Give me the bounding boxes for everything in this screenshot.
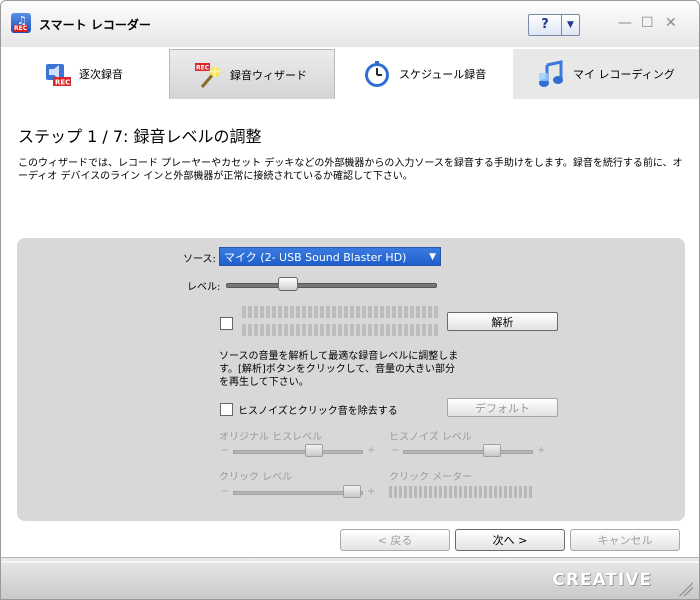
source-label: ソース: [183,254,216,265]
plus-icon: + [367,445,376,456]
minus-icon: − [391,445,400,456]
resize-grip-icon[interactable] [679,582,693,596]
click-level-slider[interactable]: − + [221,485,377,499]
level-slider-track [226,283,437,288]
analyze-description: ソースの音量を解析して最適な録音レベルに調整します。[解析]ボタンをクリックして… [219,351,459,388]
window-title: スマート レコーダー [39,18,151,32]
analyze-checkbox[interactable] [220,317,233,330]
footer-bar: CREATIVE [1,557,699,599]
level-label: レベル: [187,282,221,293]
noise-reduction-label: ヒスノイズとクリック音を除去する [238,406,398,417]
tab-sequential-record[interactable]: REC 逐次録音 [43,49,123,99]
tab-label: 逐次録音 [79,68,123,81]
tab-label: マイ レコーディング [573,68,675,81]
click-meter [389,486,534,498]
tab-schedule-record[interactable]: スケジュール録音 [363,49,486,99]
minus-icon: − [221,445,230,456]
source-select[interactable]: マイク (2- USB Sound Blaster HD) ▼ [219,247,441,266]
help-dropdown-icon[interactable]: ▼ [562,15,579,35]
wizard-content: ステップ 1 / 7: 録音レベルの調整 このウィザードでは、レコード プレーヤ… [1,101,699,556]
creative-logo: CREATIVE [552,570,652,590]
click-level-label: クリック レベル [219,472,293,483]
tab-label: 録音ウィザード [230,68,307,82]
tab-my-recordings[interactable]: マイ レコーディング [513,49,699,99]
plus-icon: + [367,486,376,497]
tab-bar: REC 逐次録音 REC 録音ウィザード スケジュール録音 マイ レコーディング [1,47,699,102]
maximize-icon[interactable]: ☐ [641,16,654,30]
help-icon[interactable]: ? [529,15,562,35]
app-icon: ♫ REC [11,13,31,33]
level-meter-right [242,324,440,336]
chevron-down-icon: ▼ [429,252,436,262]
slider-thumb[interactable] [343,485,361,498]
help-button[interactable]: ? ▼ [528,14,580,36]
slider-thumb[interactable] [483,444,501,457]
clock-icon [363,59,393,89]
slider-thumb[interactable] [305,444,323,457]
default-button[interactable]: デフォルト [447,398,558,417]
hiss-noise-label: ヒスノイズ レベル [389,432,472,443]
cancel-button[interactable]: キャンセル [570,529,680,551]
original-hiss-slider[interactable]: − + [221,444,377,458]
back-button[interactable]: < 戻る [340,529,450,551]
level-slider-thumb[interactable] [278,277,299,291]
minus-icon: − [221,486,230,497]
minimize-icon[interactable]: — [618,16,632,30]
click-meter-label: クリック メーター [389,472,473,483]
tab-recording-wizard[interactable]: REC 録音ウィザード [169,49,335,99]
title-bar: ♫ REC スマート レコーダー ? ▼ — ☐ ✕ [1,1,699,47]
level-meter-left [242,306,440,318]
original-hiss-label: オリジナル ヒスレベル [219,432,323,443]
close-icon[interactable]: ✕ [665,16,677,30]
rec-speaker-icon: REC [43,59,73,89]
tab-label: スケジュール録音 [399,68,487,81]
wand-icon: REC [194,60,224,90]
hiss-noise-slider[interactable]: − + [391,444,547,458]
analyze-button[interactable]: 解析 [447,312,558,331]
app-window: ♫ REC スマート レコーダー ? ▼ — ☐ ✕ REC 逐次録音 REC 録… [0,0,700,600]
svg-text:REC: REC [196,64,210,71]
page-title: ステップ 1 / 7: 録音レベルの調整 [18,127,262,146]
level-slider[interactable] [222,276,441,292]
music-note-icon [537,59,567,89]
svg-text:REC: REC [55,79,70,87]
step-description: このウィザードでは、レコード プレーヤーやカセット デッキなどの外部機器からの入… [18,158,683,182]
noise-reduction-checkbox[interactable] [220,403,233,416]
next-button[interactable]: 次へ > [455,529,565,551]
slider-track [233,450,363,454]
slider-track [403,450,533,454]
plus-icon: + [537,445,546,456]
settings-panel: ソース: マイク (2- USB Sound Blaster HD) ▼ レベル… [17,238,685,521]
source-value: マイク (2- USB Sound Blaster HD) [224,251,407,264]
